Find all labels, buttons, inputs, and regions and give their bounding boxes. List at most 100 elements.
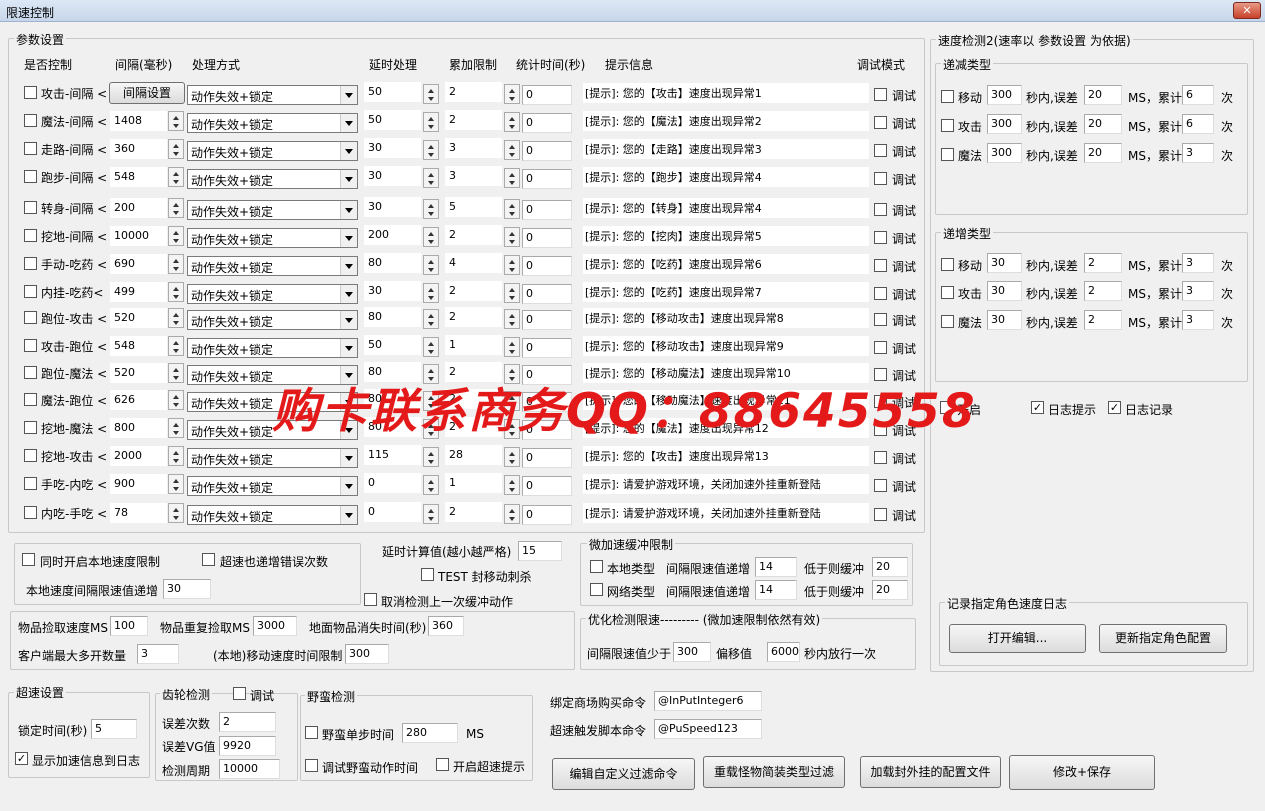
row-accum-input[interactable]: 2 (445, 502, 502, 522)
delay-spinner[interactable] (423, 447, 439, 467)
speed2-sec-input[interactable]: 300 (987, 143, 1022, 163)
row-debug-checkbox[interactable] (874, 88, 887, 101)
speed2-row-checkbox[interactable] (941, 286, 954, 299)
row-control-checkbox[interactable] (24, 285, 37, 298)
row-interval-input[interactable]: 520 (110, 308, 167, 328)
row-interval-input[interactable]: 499 (110, 282, 167, 302)
row-stat-input[interactable]: 0 (522, 310, 572, 330)
row-method-select[interactable]: 动作失效+锁定 (187, 200, 358, 220)
speed2-sec-input[interactable]: 30 (987, 253, 1022, 273)
row-control-checkbox[interactable] (24, 142, 37, 155)
row-debug-checkbox[interactable] (874, 231, 887, 244)
row-accum-input[interactable]: 28 (445, 445, 502, 465)
interval-settings-button[interactable]: 间隔设置 (109, 82, 185, 104)
row-stat-input[interactable]: 0 (522, 505, 572, 525)
interval-spinner[interactable] (168, 167, 184, 187)
local-inc-input[interactable]: 14 (755, 557, 797, 577)
row-delay-input[interactable]: 0 (364, 502, 421, 522)
accum-spinner[interactable] (504, 227, 520, 247)
interval-spinner[interactable] (168, 282, 184, 302)
err-count-input[interactable]: 2 (219, 712, 276, 732)
row-stat-input[interactable]: 0 (522, 200, 572, 220)
row-interval-input[interactable]: 800 (110, 418, 167, 438)
interval-spinner[interactable] (168, 226, 184, 246)
speed2-count-input[interactable]: 3 (1182, 310, 1214, 330)
delay-spinner[interactable] (423, 227, 439, 247)
accum-spinner[interactable] (504, 255, 520, 275)
trigger-cmd-input[interactable]: @PuSpeed123 (654, 719, 762, 739)
row-method-select[interactable]: 动作失效+锁定 (187, 228, 358, 248)
row-stat-input[interactable]: 0 (522, 448, 572, 468)
row-debug-checkbox[interactable] (874, 341, 887, 354)
row-debug-checkbox[interactable] (874, 144, 887, 157)
row-stat-input[interactable]: 0 (522, 256, 572, 276)
delay-spinner[interactable] (423, 199, 439, 219)
row-stat-input[interactable]: 0 (522, 338, 572, 358)
speed2-count-input[interactable]: 6 (1182, 114, 1214, 134)
speed2-row-checkbox[interactable] (941, 90, 954, 103)
overspeed-err-checkbox[interactable] (202, 553, 215, 566)
row-accum-input[interactable]: 3 (445, 166, 502, 186)
delay-spinner[interactable] (423, 112, 439, 132)
move-limit-input[interactable]: 300 (345, 644, 389, 664)
open-edit-button[interactable]: 打开编辑... (949, 624, 1086, 653)
barb-debug-checkbox[interactable] (305, 759, 318, 772)
row-interval-input[interactable]: 900 (110, 474, 167, 494)
reload-monster-button[interactable]: 重载怪物简装类型过滤 (703, 756, 845, 788)
speed2-err-input[interactable]: 2 (1084, 281, 1122, 301)
row-control-checkbox[interactable] (24, 339, 37, 352)
row-interval-input[interactable]: 200 (110, 198, 167, 218)
accum-spinner[interactable] (504, 309, 520, 329)
row-delay-input[interactable]: 50 (364, 335, 421, 355)
interval-spinner[interactable] (168, 503, 184, 523)
max-client-input[interactable]: 3 (137, 644, 179, 664)
speed2-sec-input[interactable]: 30 (987, 281, 1022, 301)
net-type-checkbox[interactable] (590, 583, 603, 596)
log-record-checkbox[interactable]: ✓ (1108, 401, 1121, 414)
speed2-count-input[interactable]: 3 (1182, 281, 1214, 301)
interval-spinner[interactable] (168, 308, 184, 328)
row-method-select[interactable]: 动作失效+锁定 (187, 476, 358, 496)
row-accum-input[interactable]: 1 (445, 335, 502, 355)
net-below-input[interactable]: 20 (872, 580, 908, 600)
row-method-select[interactable]: 动作失效+锁定 (187, 169, 358, 189)
row-interval-input[interactable]: 520 (110, 363, 167, 383)
interval-spinner[interactable] (168, 254, 184, 274)
accum-spinner[interactable] (504, 283, 520, 303)
row-hint-input[interactable]: [提示]: 您的【移动攻击】速度出现异常9 (583, 336, 869, 356)
interval-spinner[interactable] (168, 198, 184, 218)
row-stat-input[interactable]: 0 (522, 228, 572, 248)
row-control-checkbox[interactable] (24, 393, 37, 406)
row-debug-checkbox[interactable] (874, 479, 887, 492)
row-delay-input[interactable]: 30 (364, 166, 421, 186)
row-accum-input[interactable]: 3 (445, 138, 502, 158)
speed2-count-input[interactable]: 3 (1182, 253, 1214, 273)
row-debug-checkbox[interactable] (874, 116, 887, 129)
row-debug-checkbox[interactable] (874, 172, 887, 185)
accum-spinner[interactable] (504, 199, 520, 219)
delay-spinner[interactable] (423, 168, 439, 188)
load-config-button[interactable]: 加载封外挂的配置文件 (860, 756, 1001, 788)
row-delay-input[interactable]: 30 (364, 197, 421, 217)
speed2-err-input[interactable]: 2 (1084, 310, 1122, 330)
row-control-checkbox[interactable] (24, 170, 37, 183)
speed2-row-checkbox[interactable] (941, 258, 954, 271)
row-accum-input[interactable]: 2 (445, 307, 502, 327)
row-control-checkbox[interactable] (24, 366, 37, 379)
delay-spinner[interactable] (423, 84, 439, 104)
delay-spinner[interactable] (423, 475, 439, 495)
row-delay-input[interactable]: 200 (364, 225, 421, 245)
row-stat-input[interactable]: 0 (522, 476, 572, 496)
speed2-sec-input[interactable]: 300 (987, 85, 1022, 105)
row-interval-input[interactable]: 1408 (110, 111, 167, 131)
vanish-input[interactable]: 360 (428, 616, 464, 636)
row-method-select[interactable]: 动作失效+锁定 (187, 113, 358, 133)
row-hint-input[interactable]: [提示]: 请爱护游戏环境，关闭加速外挂重新登陆 (583, 474, 869, 494)
delay-spinner[interactable] (423, 504, 439, 524)
delay-calc-input[interactable]: 15 (518, 541, 562, 561)
speed2-sec-input[interactable]: 30 (987, 310, 1022, 330)
interval-spinner[interactable] (168, 390, 184, 410)
accum-spinner[interactable] (504, 447, 520, 467)
speed2-count-input[interactable]: 6 (1182, 85, 1214, 105)
row-hint-input[interactable]: [提示]: 您的【攻击】速度出现异常13 (583, 446, 869, 466)
